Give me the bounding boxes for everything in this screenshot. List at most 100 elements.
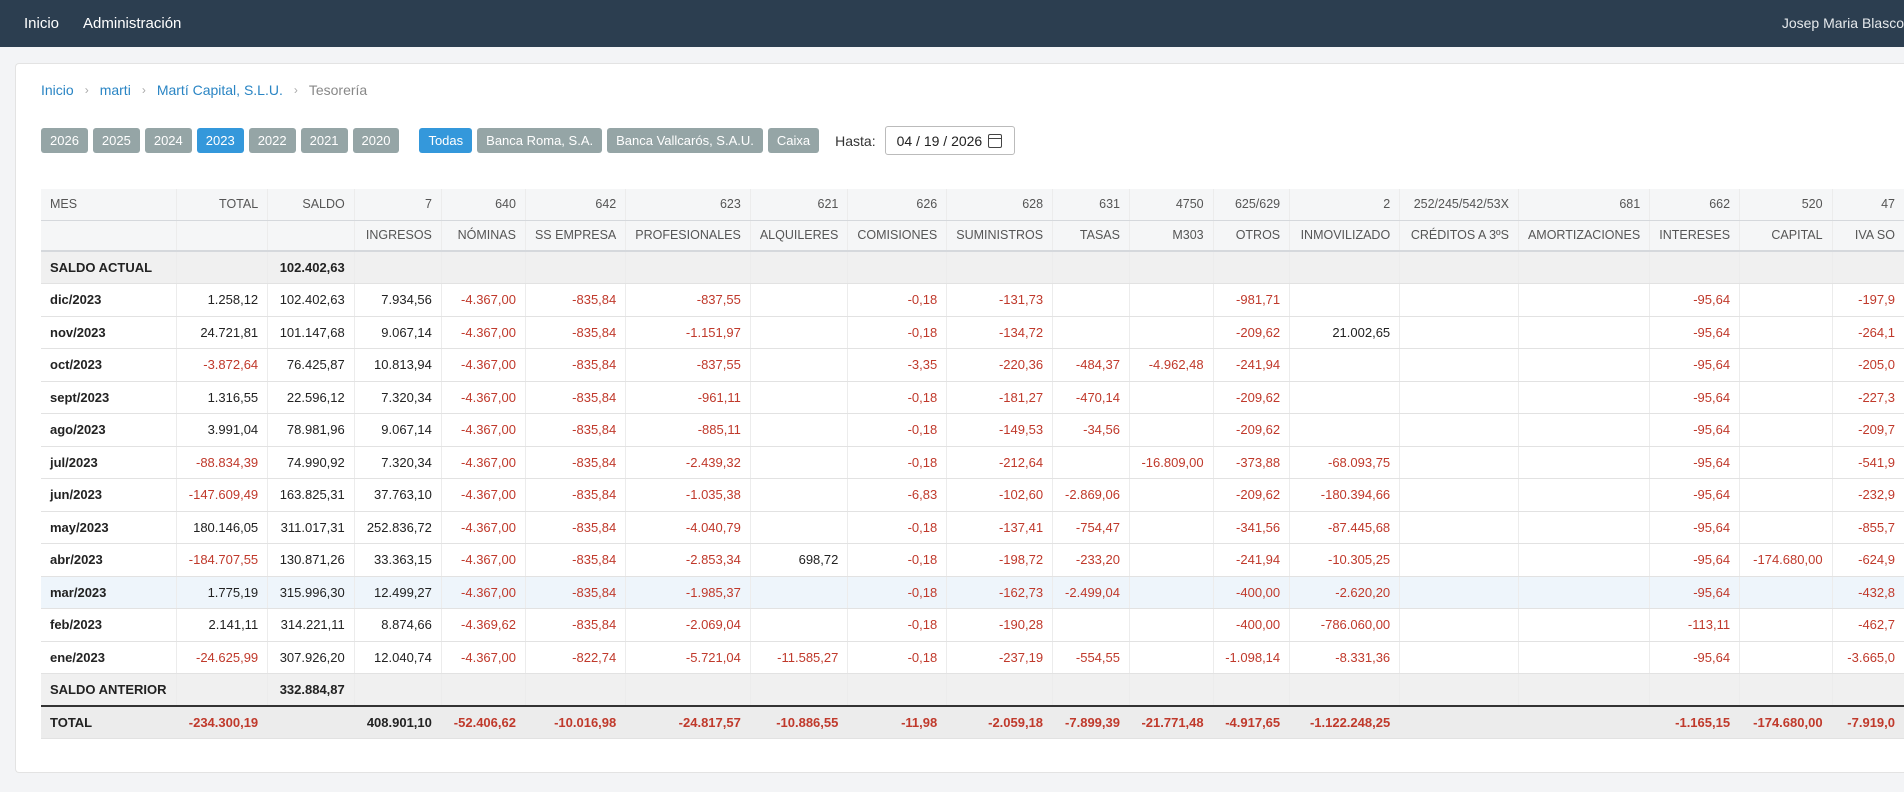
- breadcrumb-marti[interactable]: marti: [100, 82, 131, 98]
- table-cell: -10.305,25: [1289, 543, 1401, 577]
- table-cell: [1399, 511, 1519, 544]
- table-cell: 8.874,66: [354, 608, 442, 642]
- table-row[interactable]: feb/2023 2.141,11 314.221,11 8.874,66 -4.369…: [41, 608, 1904, 642]
- table-cell: [1518, 673, 1651, 707]
- table-cell: [1129, 641, 1214, 674]
- table-cell: -95,64: [1649, 543, 1741, 577]
- table-cell: -2.499,04: [1052, 576, 1130, 609]
- table-row[interactable]: mar/2023 1.775,19 315.996,30 12.499,27 -4.36…: [41, 576, 1904, 609]
- hasta-date-value: 04 / 19 / 2026: [896, 132, 983, 149]
- table-cell: -4.367,00: [441, 381, 526, 414]
- table-cell: [750, 608, 849, 642]
- saldo-actual-label: SALDO ACTUAL: [41, 251, 177, 284]
- table-cell: [1213, 673, 1291, 707]
- table-cell: [1129, 608, 1214, 642]
- nav-home-link[interactable]: Inicio: [24, 15, 59, 32]
- table-cell: -149,53: [946, 413, 1054, 447]
- year-button-2020[interactable]: 2020: [352, 128, 400, 153]
- year-button-2025[interactable]: 2025: [92, 128, 140, 153]
- year-button-2023[interactable]: 2023: [196, 128, 244, 153]
- table-cell: [354, 673, 442, 707]
- table-cell: 180.146,05: [176, 511, 269, 544]
- table-cell: -554,55: [1052, 641, 1130, 674]
- nav-admin-link[interactable]: Administración: [83, 15, 181, 32]
- table-cell: [625, 251, 751, 284]
- table-cell: 37.763,10: [354, 478, 442, 512]
- breadcrumb-home[interactable]: Inicio: [41, 82, 74, 98]
- month-cell: jul/2023: [41, 446, 177, 479]
- table-cell: [1399, 641, 1519, 674]
- table-cell: -174.680,00: [1739, 543, 1833, 577]
- column-name-header: SUMINISTROS: [946, 220, 1054, 252]
- year-button-2026[interactable]: 2026: [41, 128, 88, 153]
- column-name-header: COMISIONES: [847, 220, 948, 252]
- table-cell: -400,00: [1213, 608, 1291, 642]
- table-cell: [1399, 673, 1519, 707]
- table-row[interactable]: ago/2023 3.991,04 78.981,96 9.067,14 -4.367,…: [41, 413, 1904, 447]
- bank-button-todas[interactable]: Todas: [419, 128, 473, 153]
- table-cell: -4.367,00: [441, 446, 526, 479]
- table-cell: [525, 251, 627, 284]
- table-cell: [354, 251, 442, 284]
- calendar-icon[interactable]: [988, 133, 1003, 148]
- table-cell: -0,18: [847, 283, 948, 317]
- column-name-header: [41, 220, 177, 252]
- column-code-header: 2: [1289, 189, 1401, 221]
- table-row[interactable]: oct/2023 -3.872,64 76.425,87 10.813,94 -4.36…: [41, 348, 1904, 382]
- breadcrumb-company[interactable]: Martí Capital, S.L.U.: [157, 82, 283, 98]
- table-cell: [625, 673, 751, 707]
- table-cell: -1.151,97: [625, 316, 751, 349]
- treasury-table-wrapper[interactable]: MES TOTAL SALDO 7 640 642 623 621 626 628 631 4750 6…: [41, 189, 1904, 772]
- table-cell: [1399, 316, 1519, 349]
- table-cell: [1052, 608, 1130, 642]
- table-cell: [176, 251, 269, 284]
- table-cell: -113,11: [1649, 608, 1741, 642]
- month-cell: dic/2023: [41, 283, 177, 317]
- table-row[interactable]: ene/2023 -24.625,99 307.926,20 12.040,74 -4.…: [41, 641, 1904, 674]
- table-cell: -837,55: [625, 348, 751, 382]
- table-cell: 102.402,63: [267, 283, 355, 317]
- table-cell: -237,19: [946, 641, 1054, 674]
- year-button-2021[interactable]: 2021: [300, 128, 348, 153]
- month-cell: nov/2023: [41, 316, 177, 349]
- total-label: TOTAL: [41, 705, 177, 739]
- table-cell: -4.367,00: [441, 283, 526, 317]
- table-cell: [1052, 673, 1130, 707]
- table-cell: [1052, 251, 1130, 284]
- table-cell: -241,94: [1213, 543, 1291, 577]
- user-name[interactable]: Josep Maria Blasco: [1782, 15, 1904, 31]
- table-cell: [1129, 543, 1214, 577]
- table-cell: 1.775,19: [176, 576, 269, 609]
- bank-button-roma[interactable]: Banca Roma, S.A.: [477, 128, 603, 153]
- column-code-header: 631: [1052, 189, 1130, 221]
- table-row[interactable]: jul/2023 -88.834,39 74.990,92 7.320,34 -4.36…: [41, 446, 1904, 479]
- table-cell: [1289, 673, 1401, 707]
- table-cell: 21.002,65: [1289, 316, 1401, 349]
- year-button-2024[interactable]: 2024: [144, 128, 192, 153]
- table-cell: -4.962,48: [1129, 348, 1214, 382]
- table-row[interactable]: abr/2023 -184.707,55 130.871,26 33.363,15 -4…: [41, 543, 1904, 577]
- table-row[interactable]: dic/2023 1.258,12 102.402,63 7.934,56 -4.367…: [41, 283, 1904, 317]
- year-button-2022[interactable]: 2022: [248, 128, 296, 153]
- bank-button-caixa[interactable]: Caixa: [767, 128, 820, 153]
- table-row[interactable]: nov/2023 24.721,81 101.147,68 9.067,14 -4.36…: [41, 316, 1904, 349]
- table-cell: [1739, 576, 1833, 609]
- table-row[interactable]: sept/2023 1.316,55 22.596,12 7.320,34 -4.367…: [41, 381, 1904, 414]
- table-cell: [750, 316, 849, 349]
- table-row[interactable]: jun/2023 -147.609,49 163.825,31 37.763,10 -4…: [41, 478, 1904, 512]
- column-code-header: 47: [1832, 189, 1904, 221]
- table-cell: [1052, 316, 1130, 349]
- total-cell: -1.165,15: [1649, 705, 1741, 739]
- table-cell: -147.609,49: [176, 478, 269, 512]
- table-cell: -95,64: [1649, 316, 1741, 349]
- table-row[interactable]: may/2023 180.146,05 311.017,31 252.836,72 -4…: [41, 511, 1904, 544]
- table-cell: -95,64: [1649, 413, 1741, 447]
- table-cell: [750, 673, 849, 707]
- table-cell: [1052, 283, 1130, 317]
- saldo-anterior-value: 332.884,87: [267, 673, 355, 707]
- table-cell: -1.098,14: [1213, 641, 1291, 674]
- table-cell: -102,60: [946, 478, 1054, 512]
- bank-button-vallcaros[interactable]: Banca Vallcarós, S.A.U.: [607, 128, 763, 153]
- breadcrumb-separator-icon: ›: [141, 83, 146, 97]
- hasta-date-input[interactable]: 04 / 19 / 2026: [884, 126, 1015, 155]
